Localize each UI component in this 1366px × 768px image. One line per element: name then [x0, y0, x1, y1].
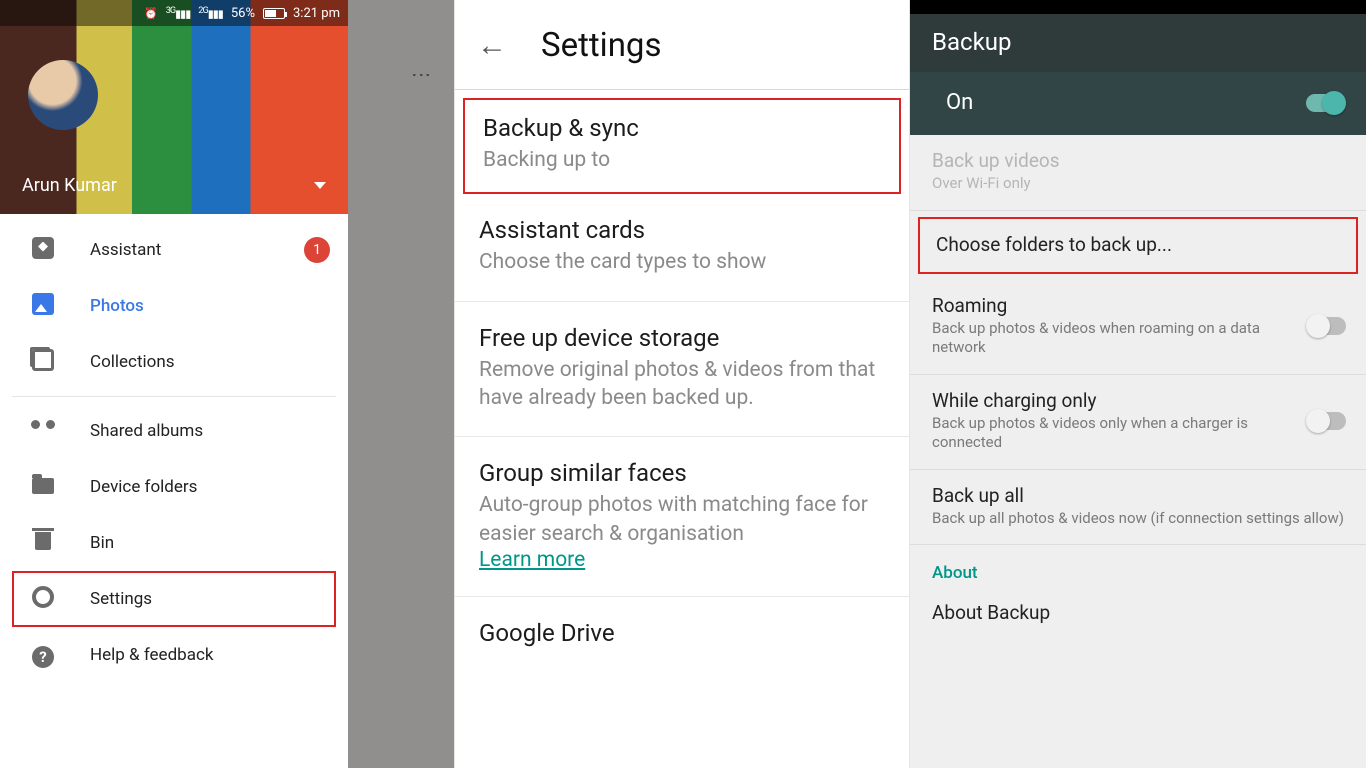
backup-appbar: Backup	[910, 14, 1366, 72]
row-title: Roaming	[932, 294, 1294, 317]
row-backup-videos[interactable]: Back up videos Over Wi-Fi only	[910, 135, 1366, 211]
nav-photos[interactable]: Photos	[0, 278, 348, 334]
setting-title: Assistant cards	[479, 216, 889, 244]
row-subtitle: Over Wi-Fi only	[932, 174, 1346, 194]
alarm-icon	[144, 6, 158, 21]
chevron-down-icon	[314, 182, 326, 189]
battery-percent: 56%	[231, 6, 255, 21]
nav-assistant[interactable]: Assistant 1	[0, 222, 348, 278]
nav-help[interactable]: ? Help & feedback	[0, 627, 348, 683]
setting-subtitle: Backing up to	[483, 146, 883, 174]
overflow-menu-icon[interactable]: ⋮	[410, 65, 434, 86]
settings-panel: ← Settings Backup & sync Backing up to A…	[455, 0, 910, 768]
toggle-switch[interactable]	[1308, 412, 1346, 430]
setting-title: Group similar faces	[479, 459, 889, 487]
setting-backup-sync[interactable]: Backup & sync Backing up to	[463, 98, 901, 194]
status-time: 3:21 pm	[293, 6, 340, 21]
section-header-about: About	[910, 545, 1366, 587]
back-arrow-icon[interactable]: ←	[477, 28, 507, 63]
nav-label: Assistant	[90, 240, 161, 260]
setting-title: Backup & sync	[483, 114, 883, 142]
row-subtitle: Back up photos & videos when roaming on …	[932, 319, 1294, 358]
row-roaming[interactable]: Roaming Back up photos & videos when roa…	[910, 280, 1366, 375]
row-about-backup[interactable]: About Backup	[910, 587, 1366, 638]
setting-google-drive[interactable]: Google Drive	[455, 597, 909, 675]
row-while-charging[interactable]: While charging only Back up photos & vid…	[910, 375, 1366, 470]
row-title: Back up all	[932, 484, 1346, 507]
help-icon: ?	[30, 643, 56, 668]
row-subtitle: Back up all photos & videos now (if conn…	[932, 509, 1346, 529]
battery-icon	[263, 8, 285, 19]
toggle-switch[interactable]	[1308, 317, 1346, 335]
user-name: Arun Kumar	[22, 175, 117, 196]
trash-icon	[30, 531, 56, 555]
nav-bin[interactable]: Bin	[0, 515, 348, 571]
nav-label: Shared albums	[90, 421, 203, 441]
setting-title: Google Drive	[479, 619, 889, 647]
nav-shared-albums[interactable]: Shared albums	[0, 403, 348, 459]
gear-icon	[30, 586, 56, 613]
row-choose-folders[interactable]: Choose folders to back up...	[918, 217, 1358, 274]
account-switcher[interactable]: Arun Kumar	[22, 175, 326, 196]
setting-free-up-storage[interactable]: Free up device storage Remove original p…	[455, 302, 909, 438]
page-title: Backup	[932, 28, 1011, 56]
nav-settings[interactable]: Settings	[12, 571, 336, 627]
row-title: Back up videos	[932, 149, 1346, 172]
signal-3g-icon: 3G▮▮▮	[166, 6, 191, 21]
nav-collections[interactable]: Collections	[0, 334, 348, 390]
avatar[interactable]	[28, 60, 98, 130]
nav-label: Collections	[90, 352, 175, 372]
drawer-nav: Assistant 1 Photos Collections Shared al…	[0, 214, 348, 691]
backup-master-toggle-row[interactable]: On	[910, 72, 1366, 135]
drawer-header: 3G▮▮▮ 2G▮▮▮ 56% 3:21 pm Arun Kumar	[0, 0, 348, 214]
divider	[12, 396, 336, 397]
nav-label: Settings	[90, 589, 152, 609]
setting-subtitle: Remove original photos & videos from tha…	[479, 356, 889, 413]
nav-device-folders[interactable]: Device folders	[0, 459, 348, 515]
collections-icon	[30, 349, 56, 376]
notification-badge: 1	[304, 237, 330, 263]
nav-label: Device folders	[90, 477, 197, 497]
toggle-switch[interactable]	[1306, 94, 1344, 112]
nav-label: Help & feedback	[90, 645, 213, 665]
nav-label: Photos	[90, 296, 144, 316]
shared-icon	[30, 419, 56, 443]
row-backup-all[interactable]: Back up all Back up all photos & videos …	[910, 470, 1366, 546]
status-bar: 3G▮▮▮ 2G▮▮▮ 56% 3:21 pm	[0, 0, 348, 26]
setting-assistant-cards[interactable]: Assistant cards Choose the card types to…	[455, 194, 909, 301]
assistant-icon	[30, 237, 56, 264]
setting-group-faces[interactable]: Group similar faces Auto-group photos wi…	[455, 437, 909, 597]
setting-subtitle: Auto-group photos with matching face for…	[479, 491, 889, 548]
page-title: Settings	[541, 26, 662, 65]
signal-2g-icon: 2G▮▮▮	[198, 6, 223, 21]
setting-subtitle: Choose the card types to show	[479, 248, 889, 276]
setting-title: Free up device storage	[479, 324, 889, 352]
nav-label: Bin	[90, 533, 114, 553]
toggle-label: On	[946, 90, 973, 115]
row-title: While charging only	[932, 389, 1294, 412]
photos-icon	[30, 293, 56, 320]
folder-icon	[30, 475, 56, 499]
learn-more-link[interactable]: Learn more	[479, 548, 585, 572]
status-bar-dark	[910, 0, 1366, 14]
settings-appbar: ← Settings	[455, 0, 909, 90]
drawer-scrim[interactable]: ⋮	[348, 0, 454, 768]
row-title: Choose folders to back up...	[936, 233, 1340, 256]
row-subtitle: Back up photos & videos only when a char…	[932, 414, 1294, 453]
photos-drawer-panel: 3G▮▮▮ 2G▮▮▮ 56% 3:21 pm Arun Kumar Assis…	[0, 0, 455, 768]
settings-list: Backup & sync Backing up to Assistant ca…	[455, 90, 909, 768]
backup-panel: Backup On Back up videos Over Wi-Fi only…	[910, 0, 1366, 768]
